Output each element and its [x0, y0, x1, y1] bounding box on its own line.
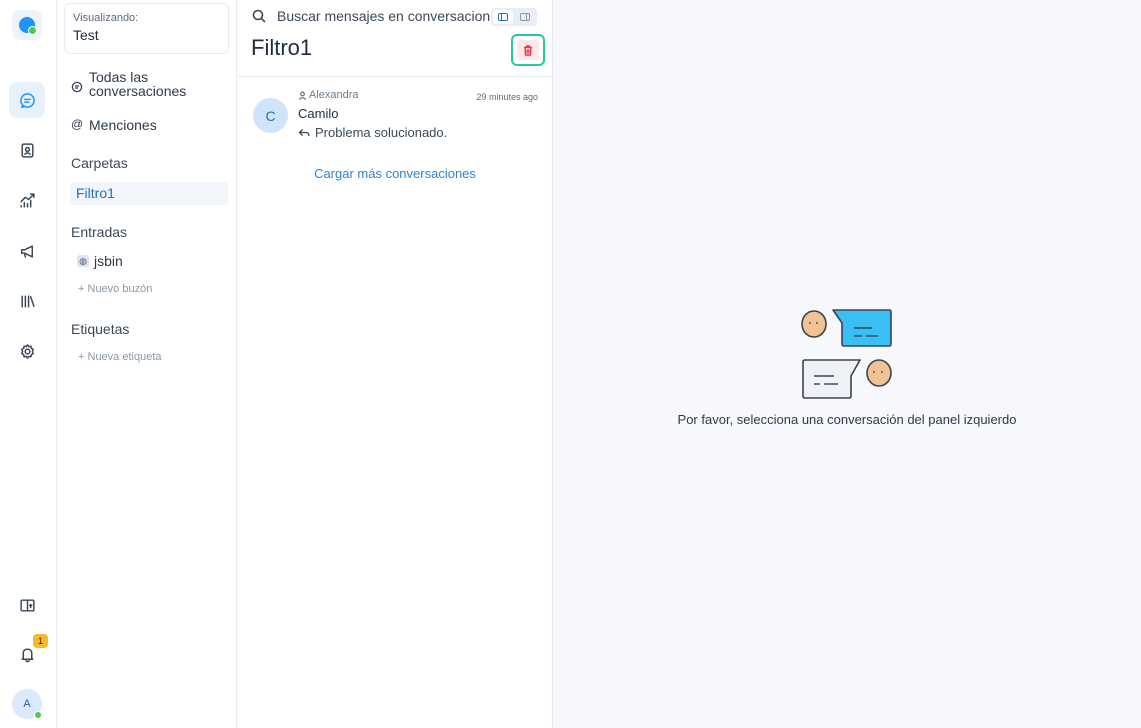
conversation-list-panel: Buscar mensajes en conversaciones Filtro… [237, 0, 553, 728]
reply-icon [298, 128, 310, 136]
last-message-text: Problema solucionado. [315, 125, 448, 140]
library-icon [20, 294, 35, 308]
search-input[interactable]: Buscar mensajes en conversaciones [277, 8, 490, 24]
sidebar-item-folder-filtro1[interactable]: Filtro1 [70, 182, 228, 205]
chat-bubble-icon [71, 80, 83, 93]
at-sign-icon: @ [71, 117, 84, 131]
sidebar-layout-icon [498, 13, 508, 21]
campaigns-icon [20, 244, 33, 258]
nav-reports-button[interactable] [9, 182, 45, 218]
new-inbox-label: Nuevo buzón [87, 283, 153, 295]
new-label-link[interactable]: + Nueva etiqueta [78, 351, 162, 363]
folder-title: Filtro1 [251, 35, 313, 60]
conversations-icon [19, 92, 35, 108]
nav-library-button[interactable] [9, 283, 45, 319]
empty-state-text: Por favor, selecciona una conversación d… [677, 412, 1017, 427]
sidebar-item-inbox-jsbin[interactable]: ◍ jsbin [77, 253, 123, 269]
view-layout-toggle[interactable] [491, 8, 537, 26]
folders-heading: Carpetas [71, 155, 128, 171]
contacts-icon [20, 142, 34, 158]
sidebar-item-label: Menciones [89, 117, 157, 133]
assignee-name: Alexandra [309, 89, 359, 101]
settings-icon [20, 343, 34, 359]
conversation-detail-panel: Por favor, selecciona una conversación d… [553, 0, 1141, 728]
chat-people-illustration [801, 309, 892, 399]
bell-icon [20, 647, 34, 662]
help-center-button[interactable] [9, 587, 45, 623]
expanded-view-button[interactable] [493, 10, 513, 24]
brand-logo[interactable] [12, 10, 42, 40]
secondary-sidebar: Visualizando: Test Todas las conversacio… [57, 0, 237, 728]
contact-avatar: C [253, 98, 288, 133]
panel-layout-icon [520, 13, 530, 21]
assignee-label: Alexandra [298, 89, 359, 101]
conversation-item[interactable]: C Alexandra 29 minutes ago Camilo Proble… [237, 87, 553, 147]
contact-name: Camilo [298, 106, 339, 121]
new-label-label: Nueva etiqueta [87, 351, 162, 363]
nav-contacts-button[interactable] [9, 132, 45, 168]
plus-icon: + [78, 283, 85, 295]
trash-icon [524, 44, 532, 56]
inboxes-heading: Entradas [71, 224, 128, 240]
new-inbox-link[interactable]: + Nuevo buzón [78, 283, 152, 295]
notification-badge: 1 [33, 634, 48, 648]
nav-conversations-button[interactable] [9, 82, 45, 118]
load-more-button[interactable]: Cargar más conversaciones [237, 166, 553, 181]
app-window: 1 A Visualizando: Test Todas las convers… [0, 0, 1141, 728]
nav-settings-button[interactable] [9, 333, 45, 369]
last-message: Problema solucionado. [298, 125, 447, 140]
search-icon [252, 9, 266, 23]
book-icon [19, 598, 35, 612]
logo-dot-icon [19, 17, 37, 35]
nav-campaigns-button[interactable] [9, 233, 45, 269]
primary-nav-rail: 1 A [0, 0, 57, 728]
reports-icon [19, 192, 35, 208]
avatar-initial: A [23, 698, 31, 710]
user-avatar[interactable]: A [12, 689, 42, 719]
account-label: Visualizando: [73, 12, 139, 24]
delete-button-inner [517, 40, 539, 60]
labels-heading: Etiquetas [71, 321, 130, 337]
conversation-timestamp: 29 minutes ago [476, 92, 538, 102]
sidebar-item-mentions[interactable]: @ Menciones [71, 117, 157, 133]
condensed-view-button[interactable] [515, 10, 535, 24]
sidebar-item-all-conversations[interactable]: Todas las conversaciones [71, 70, 221, 98]
account-name: Test [73, 27, 99, 43]
list-divider [237, 76, 553, 77]
online-status-dot [34, 711, 42, 719]
globe-icon: ◍ [77, 255, 89, 267]
sidebar-item-label: Todas las conversaciones [89, 69, 187, 99]
inbox-label: jsbin [94, 253, 123, 269]
empty-state: Por favor, selecciona una conversación d… [553, 306, 1141, 427]
account-switcher[interactable]: Visualizando: Test [64, 3, 229, 54]
delete-folder-button[interactable] [511, 34, 545, 66]
search-bar[interactable]: Buscar mensajes en conversaciones [252, 8, 490, 24]
plus-icon: + [78, 351, 85, 363]
user-icon [298, 91, 307, 100]
